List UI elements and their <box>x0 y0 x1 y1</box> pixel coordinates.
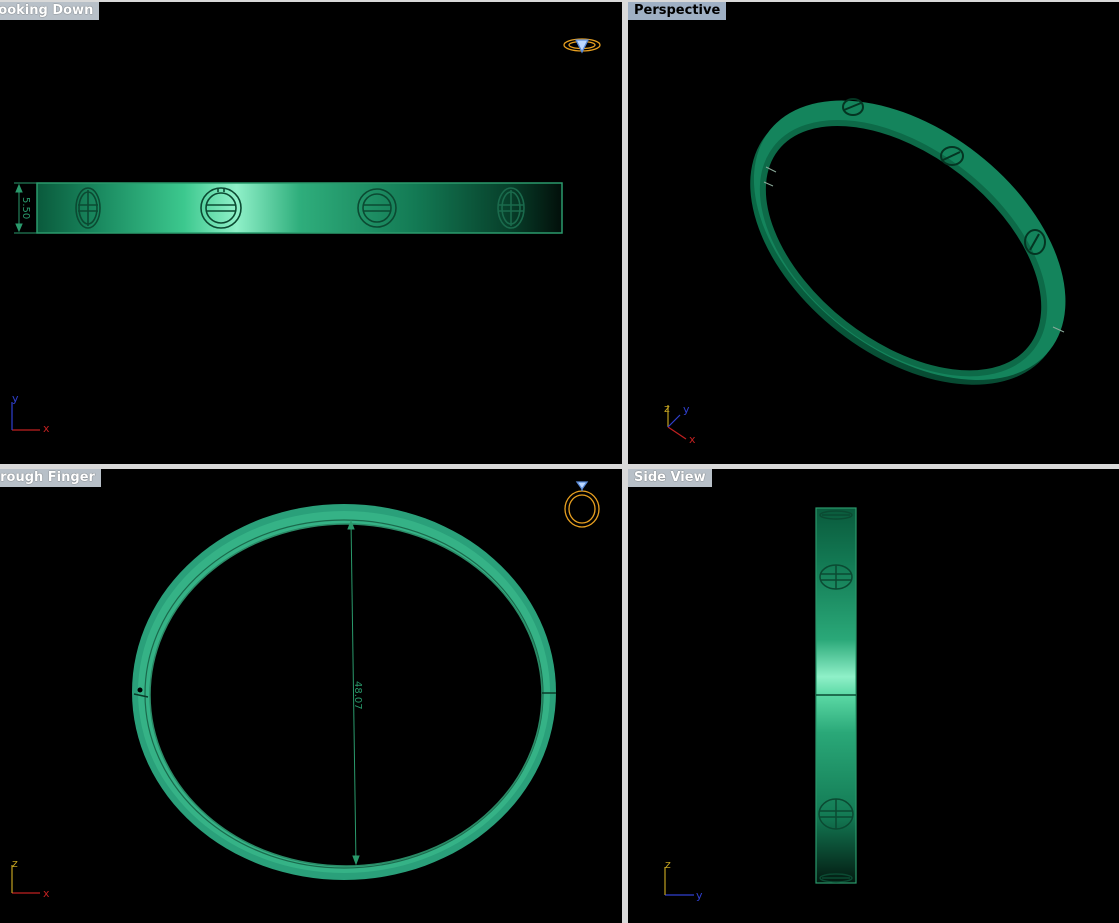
viewport-looking-down[interactable]: 5.50 y x Looking Down <box>0 2 622 464</box>
perspective-canvas: z y x <box>664 44 1118 446</box>
width-dimension-label: 5.50 <box>20 197 31 219</box>
bangle-perspective[interactable] <box>698 44 1118 441</box>
axis-icon <box>664 867 694 896</box>
diameter-dimension-label: 48.07 <box>352 681 363 710</box>
axis-label-z: z <box>664 402 670 415</box>
axis-label-z: z <box>12 857 18 870</box>
viewport-side-view[interactable]: z y Side View <box>628 469 1119 923</box>
viewport-title-perspective[interactable]: Perspective <box>628 2 727 20</box>
viewport-title-looking-down[interactable]: Looking Down <box>0 2 100 20</box>
looking-down-canvas: 5.50 y x <box>11 38 601 435</box>
cplane-gem-icon <box>563 38 601 54</box>
bangle-front-ring[interactable] <box>132 504 556 880</box>
cplane-ring-icon <box>564 481 600 528</box>
axis-label-y: y <box>12 392 19 405</box>
viewport-perspective[interactable]: z y x Perspective <box>628 2 1119 464</box>
axis-label-y: y <box>696 889 703 902</box>
axis-label-z: z <box>665 858 671 871</box>
viewport-title-side-view[interactable]: Side View <box>628 469 712 487</box>
viewport-through-finger[interactable]: 48.07 z x Through Finger <box>0 469 622 923</box>
side-view-canvas: z y <box>664 507 857 902</box>
axis-icon <box>11 402 40 431</box>
axis-label-y: y <box>683 403 690 416</box>
through-finger-canvas: 48.07 z x <box>11 481 600 900</box>
screw-motif <box>75 187 101 229</box>
axis-label-x: x <box>43 422 50 435</box>
viewport-title-through-finger[interactable]: Through Finger <box>0 469 101 487</box>
axis-label-x: x <box>43 887 50 900</box>
axis-label-x: x <box>689 433 696 446</box>
bangle-top-band[interactable] <box>36 182 563 234</box>
hinge-point <box>137 687 143 693</box>
screw-motif <box>497 187 525 229</box>
